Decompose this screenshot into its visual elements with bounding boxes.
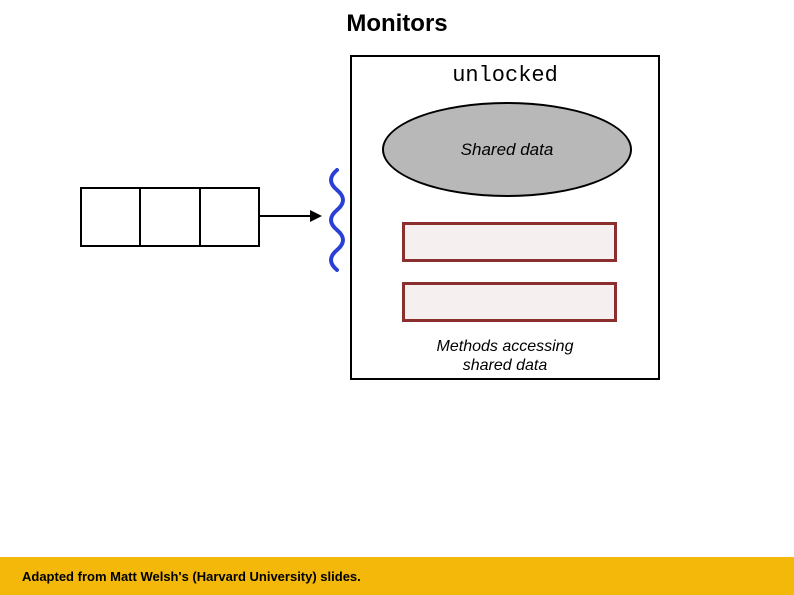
- thread-squiggle-icon: [322, 165, 352, 275]
- queue-cell: [201, 189, 258, 245]
- credit-text: Adapted from Matt Welsh's (Harvard Unive…: [22, 569, 361, 584]
- queue-cell: [82, 189, 141, 245]
- shared-data-label: Shared data: [461, 140, 554, 160]
- methods-caption-line: Methods accessing: [437, 338, 574, 355]
- methods-caption: Methods accessing shared data: [352, 337, 658, 375]
- arrow-icon: [260, 215, 320, 217]
- method-box: [402, 282, 617, 322]
- queue-cell: [141, 189, 200, 245]
- waiting-queue: [80, 187, 260, 247]
- slide-title: Monitors: [0, 10, 794, 38]
- slide-stage: Monitors unlocked Shared data Methods ac…: [0, 0, 794, 595]
- credit-bar: Adapted from Matt Welsh's (Harvard Unive…: [0, 557, 794, 595]
- methods-caption-line: shared data: [463, 357, 548, 374]
- lock-state-label: unlocked: [352, 63, 658, 88]
- shared-data-ellipse: Shared data: [382, 102, 632, 197]
- method-box: [402, 222, 617, 262]
- monitor-container: unlocked Shared data Methods accessing s…: [350, 55, 660, 380]
